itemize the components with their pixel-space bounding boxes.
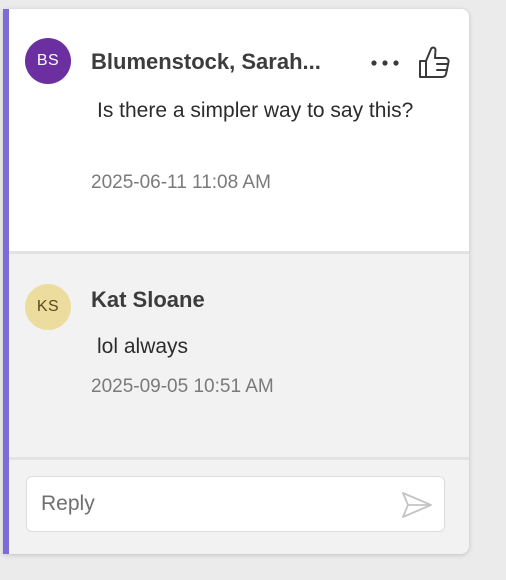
comment-timestamp: 2025-06-11 11:08 AM [91, 172, 271, 193]
thumbs-up-icon[interactable] [414, 43, 454, 83]
comment-text: Is there a simpler way to say this? [97, 99, 414, 122]
reply-text: lol always [97, 335, 189, 358]
avatar-initials: KS [36, 298, 60, 315]
reply-input[interactable] [41, 477, 381, 531]
reply-author-name: Kat Sloane [91, 287, 205, 312]
comment-card: BS Blumenstock, Sarah... Is there a simp… [3, 9, 469, 554]
comment-author-name: Blumenstock, Sarah... [91, 49, 321, 74]
avatar: KS [25, 284, 71, 330]
reply-timestamp: 2025-09-05 10:51 AM [91, 376, 274, 397]
avatar: BS [25, 38, 71, 84]
comment-thread-root[interactable]: BS Blumenstock, Sarah... Is there a simp… [9, 9, 469, 254]
more-options-icon[interactable] [367, 49, 403, 77]
reply-item[interactable]: KS Kat Sloane lol always 2025-09-05 10:5… [9, 254, 469, 460]
reply-box [26, 476, 445, 532]
avatar-initials: BS [36, 52, 60, 69]
send-icon[interactable] [400, 490, 434, 520]
